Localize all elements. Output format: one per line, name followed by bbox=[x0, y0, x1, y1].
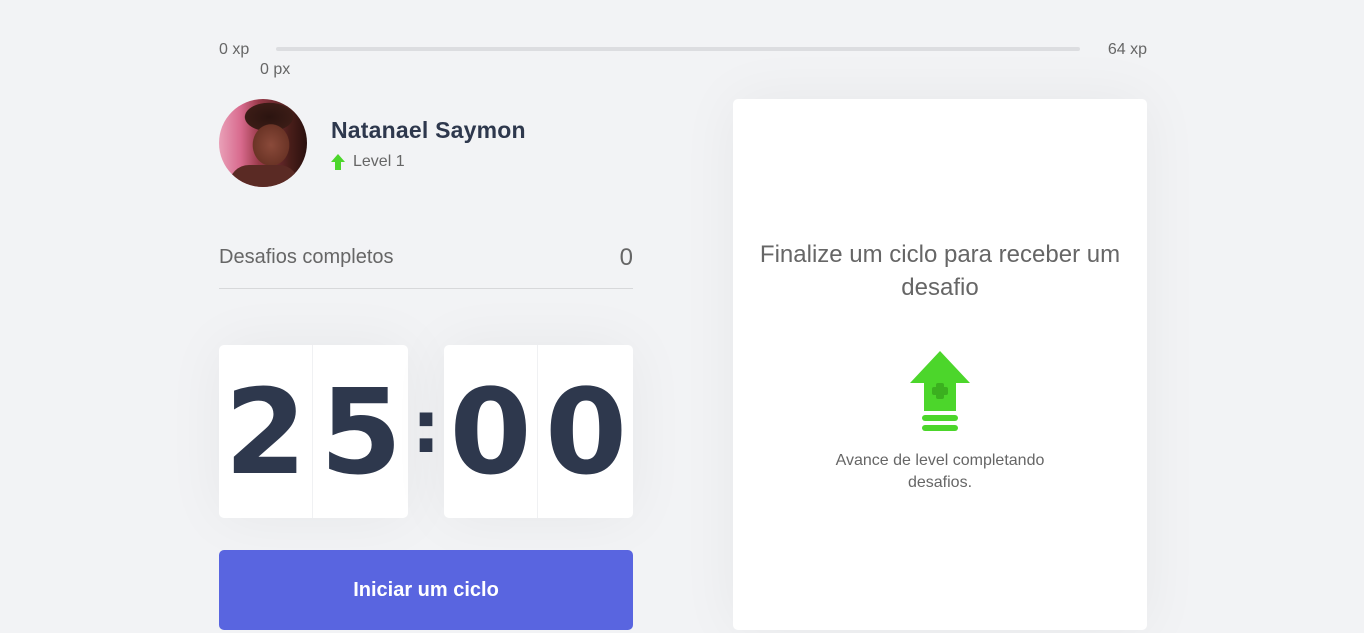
completed-challenges-count: 0 bbox=[619, 244, 633, 271]
start-cycle-button[interactable]: Iniciar um ciclo bbox=[219, 550, 633, 630]
minute-digit-ones: 5 bbox=[319, 362, 403, 501]
xp-max-label: 64 xp bbox=[1107, 41, 1147, 58]
countdown-separator: : bbox=[411, 384, 441, 469]
page: 0 xp 0 px 64 xp Natanael Saymon Level 1 … bbox=[0, 0, 1364, 633]
level-up-arrow-icon bbox=[331, 154, 345, 170]
level-label: Level 1 bbox=[353, 153, 405, 170]
profile: Natanael Saymon Level 1 bbox=[219, 99, 633, 187]
countdown-seconds: 0 0 bbox=[444, 345, 633, 518]
challenge-box-title: Finalize um ciclo para receber um desafi… bbox=[759, 241, 1121, 301]
second-digit-ones: 0 bbox=[544, 362, 628, 501]
countdown: 2 5 : 0 0 bbox=[219, 345, 633, 518]
profile-name: Natanael Saymon bbox=[331, 117, 526, 143]
countdown-minutes: 2 5 bbox=[219, 345, 408, 518]
avatar bbox=[219, 99, 307, 187]
xp-min-label: 0 xp bbox=[219, 41, 250, 58]
completed-challenges: Desafios completos 0 bbox=[219, 240, 633, 289]
second-digit-tens: 0 bbox=[444, 345, 538, 518]
xp-current-label: 0 px bbox=[260, 61, 291, 78]
experience-bar: 0 xp 0 px 64 xp bbox=[219, 40, 1147, 80]
challenge-box-text: Avance de level completando desafios. bbox=[835, 452, 1045, 491]
challenge-box: Finalize um ciclo para receber um desafi… bbox=[733, 99, 1147, 630]
level-up-icon bbox=[910, 351, 970, 433]
xp-track bbox=[276, 47, 1080, 51]
minute-digit-tens: 2 bbox=[219, 345, 313, 518]
completed-challenges-label: Desafios completos bbox=[219, 246, 394, 268]
level-row: Level 1 bbox=[331, 152, 405, 172]
